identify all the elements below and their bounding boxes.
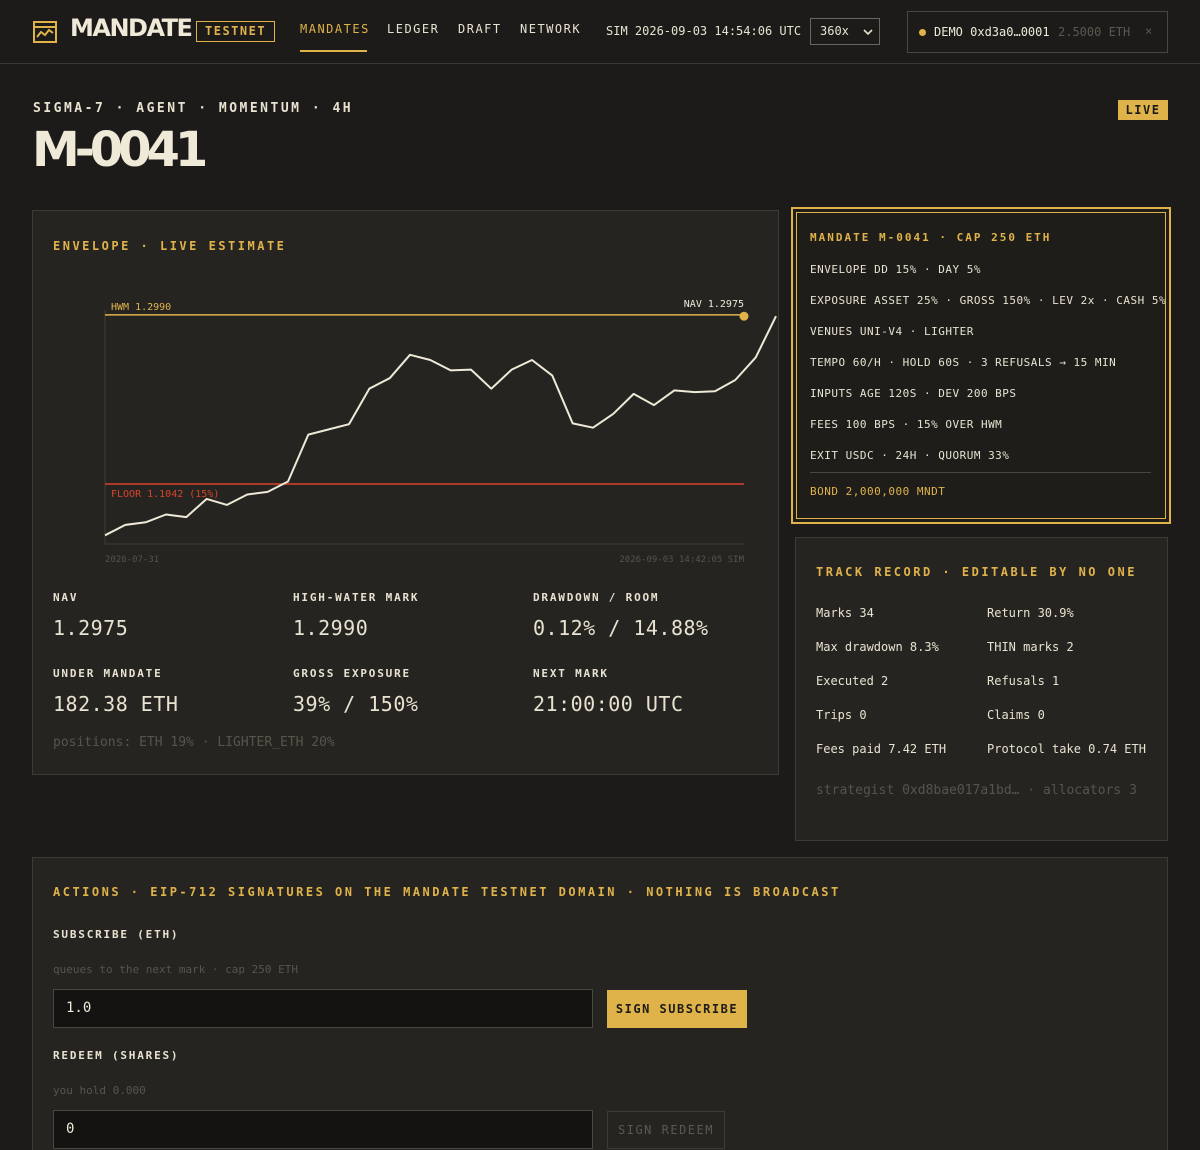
wallet-chip[interactable]: DEMO 0xd3a0…0001 2.5000 ETH ×	[907, 11, 1168, 53]
stat-next-mark: NEXT MARK 21:00:00 UTC	[533, 667, 684, 716]
actions-heading: ACTIONS · EIP-712 SIGNATURES ON THE MAND…	[53, 885, 841, 899]
stat-value: 182.38 ETH	[53, 692, 179, 716]
stat-value: 1.2975	[53, 616, 129, 640]
nav-label: NAV 1.2975	[684, 299, 744, 310]
track-item: Executed 2	[816, 674, 889, 688]
nav-network[interactable]: NETWORK	[520, 22, 581, 36]
mandate-term: EXPOSURE ASSET 25% · GROSS 150% · LEV 2x…	[810, 294, 1167, 307]
track-item: THIN marks 2	[987, 640, 1074, 654]
stat-label: HIGH-WATER MARK	[293, 591, 420, 604]
wallet-balance: 2.5000 ETH	[1058, 25, 1131, 39]
network-badge: TESTNET	[196, 21, 276, 42]
x-end-label: 2026-09-03 14:42:05 SIM	[619, 555, 744, 565]
hwm-label: HWM 1.2990	[111, 302, 171, 313]
stat-nav: NAV 1.2975	[53, 591, 128, 640]
track-item: Marks 34	[816, 606, 874, 620]
envelope-panel: ENVELOPE · LIVE ESTIMATE HWM 1.2990 FLOO…	[32, 210, 779, 775]
x-start-label: 2026-07-31	[105, 555, 159, 565]
nav-mandates[interactable]: MANDATES	[300, 22, 370, 36]
track-item: Trips 0	[816, 708, 867, 722]
stat-label: DRAWDOWN / ROOM	[533, 591, 660, 604]
disconnect-icon[interactable]: ×	[1145, 24, 1152, 38]
stat-value: 21:00:00 UTC	[533, 692, 684, 716]
stat-drawdown: DRAWDOWN / ROOM 0.12% / 14.88%	[533, 591, 709, 640]
stat-label: NAV	[53, 591, 79, 604]
sign-subscribe-button[interactable]: SIGN SUBSCRIBE	[607, 990, 747, 1028]
speed-select[interactable]: 360x	[810, 18, 880, 45]
sign-redeem-button[interactable]: SIGN REDEEM	[607, 1111, 725, 1149]
actions-panel: ACTIONS · EIP-712 SIGNATURES ON THE MAND…	[32, 857, 1168, 1150]
subscribe-amount-input[interactable]: 1.0	[53, 989, 593, 1028]
mandate-term: FEES 100 BPS · 15% OVER HWM	[810, 418, 1003, 431]
track-item: Claims 0	[987, 708, 1045, 722]
mandate-term: EXIT USDC · 24H · QUORUM 33%	[810, 449, 1010, 462]
mandate-term: VENUES UNI-V4 · LIGHTER	[810, 325, 974, 338]
speed-value: 360x	[820, 24, 849, 38]
nav-series-line	[104, 315, 777, 537]
nav-current-point	[739, 311, 749, 321]
subscribe-hint: queues to the next mark · cap 250 ETH	[53, 963, 299, 976]
status-badge: LIVE	[1118, 100, 1168, 120]
subscribe-label: SUBSCRIBE (ETH)	[53, 928, 180, 941]
redeem-shares-input[interactable]: 0	[53, 1110, 593, 1149]
track-record-panel: TRACK RECORD · EDITABLE BY NO ONE Marks …	[795, 537, 1168, 841]
wallet-address: DEMO 0xd3a0…0001	[934, 25, 1050, 39]
logo-icon[interactable]	[33, 20, 57, 44]
mandate-term: TEMPO 60/H · HOLD 60S · 3 REFUSALS → 15 …	[810, 356, 1117, 369]
track-item: Protocol take 0.74 ETH	[987, 742, 1146, 756]
mandate-term: ENVELOPE DD 15% · DAY 5%	[810, 263, 981, 276]
mandate-subtitle: SIGMA-7 · AGENT · MOMENTUM · 4H	[33, 101, 354, 116]
stat-label: GROSS EXPOSURE	[293, 667, 411, 680]
bond-amount: BOND 2,000,000 MNDT	[810, 485, 946, 498]
track-record-heading: TRACK RECORD · EDITABLE BY NO ONE	[816, 565, 1137, 579]
nav-draft[interactable]: DRAFT	[458, 22, 502, 36]
floor-label: FLOOR 1.1042 (15%)	[111, 489, 219, 500]
positions-summary: positions: ETH 19% · LIGHTER_ETH 20%	[53, 735, 335, 750]
redeem-label: REDEEM (SHARES)	[53, 1049, 180, 1062]
nav-ledger[interactable]: LEDGER	[387, 22, 439, 36]
top-bar: MANDATE TESTNET MANDATES LEDGER DRAFT NE…	[0, 0, 1200, 64]
stat-gross-exposure: GROSS EXPOSURE 39% / 150%	[293, 667, 418, 716]
chevron-down-icon	[863, 29, 873, 36]
active-nav-indicator	[300, 50, 367, 52]
track-item: Refusals 1	[987, 674, 1060, 688]
wallet-status-dot	[919, 29, 926, 36]
page-title: M-0041	[32, 122, 208, 178]
brand-name[interactable]: MANDATE	[70, 14, 193, 42]
stat-value: 1.2990	[293, 616, 369, 640]
track-item: Return 30.9%	[987, 606, 1074, 620]
stat-value: 0.12% / 14.88%	[533, 616, 709, 640]
track-item: Max drawdown 8.3%	[816, 640, 939, 654]
track-item: Fees paid 7.42 ETH	[816, 742, 947, 756]
sim-clock: SIM 2026-09-03 14:54:06 UTC	[606, 24, 802, 38]
stat-hwm: HIGH-WATER MARK 1.2990	[293, 591, 419, 640]
nav-chart: HWM 1.2990 FLOOR 1.1042 (15%) NAV 1.2975…	[104, 299, 777, 565]
redeem-hint: you hold 0.000	[53, 1084, 146, 1097]
mandate-terms-panel: MANDATE M-0041 · CAP 250 ETH ENVELOPE DD…	[791, 207, 1171, 524]
strategist-info: strategist 0xd8bae017a1bd… · allocators …	[816, 783, 1137, 798]
mandate-heading: MANDATE M-0041 · CAP 250 ETH	[810, 231, 1052, 244]
divider	[810, 472, 1151, 473]
mandate-term: INPUTS AGE 120S · DEV 200 BPS	[810, 387, 1017, 400]
stat-under-mandate: UNDER MANDATE 182.38 ETH	[53, 667, 178, 716]
stat-value: 39% / 150%	[293, 692, 419, 716]
stat-label: NEXT MARK	[533, 667, 609, 680]
stat-label: UNDER MANDATE	[53, 667, 163, 680]
